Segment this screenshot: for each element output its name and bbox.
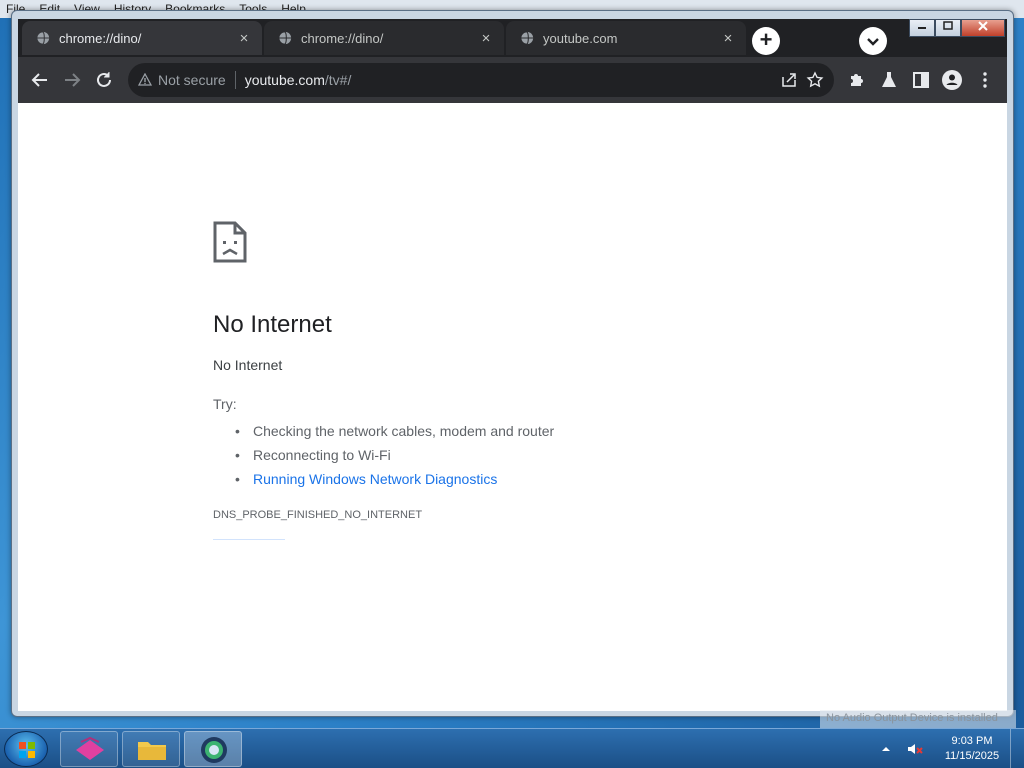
clock[interactable]: 9:03 PM 11/15/2025 bbox=[934, 734, 1010, 764]
sad-page-icon bbox=[213, 221, 247, 263]
tab-title: youtube.com bbox=[543, 30, 618, 46]
browser-toolbar: Not secure youtube.com /tv#/ bbox=[18, 57, 1007, 103]
suggestion-item: Checking the network cables, modem and r… bbox=[235, 419, 554, 443]
window-controls bbox=[909, 19, 1005, 37]
side-panel-icon[interactable] bbox=[910, 69, 932, 91]
suggestion-text: Checking the network cables, modem and r… bbox=[253, 423, 555, 439]
suggestion-item: Reconnecting to Wi-Fi bbox=[235, 443, 554, 467]
minimize-button[interactable] bbox=[909, 19, 935, 37]
browser-window: chrome://dino/ × chrome://dino/ × youtub… bbox=[11, 10, 1014, 717]
show-desktop-button[interactable] bbox=[1010, 729, 1024, 768]
clock-time: 9:03 PM bbox=[951, 735, 993, 747]
url-path: /tv#/ bbox=[324, 72, 352, 88]
reload-icon[interactable] bbox=[93, 69, 115, 91]
forward-icon[interactable] bbox=[61, 69, 83, 91]
chrome-frame: chrome://dino/ × chrome://dino/ × youtub… bbox=[18, 19, 1007, 711]
globe-icon bbox=[520, 31, 534, 45]
app-diamond-icon bbox=[76, 736, 104, 760]
close-icon bbox=[978, 21, 988, 31]
chevron-down-icon bbox=[867, 38, 879, 46]
profile-avatar-icon[interactable] bbox=[941, 69, 963, 91]
tab-strip: chrome://dino/ × chrome://dino/ × youtub… bbox=[18, 19, 1007, 57]
close-window-button[interactable] bbox=[961, 19, 1005, 37]
error-title: No Internet bbox=[213, 311, 332, 338]
security-status[interactable]: Not secure bbox=[158, 72, 226, 88]
globe-icon bbox=[36, 31, 50, 45]
tab-title: chrome://dino/ bbox=[59, 30, 142, 46]
network-diagnostics-link[interactable]: Running Windows Network Diagnostics bbox=[253, 471, 497, 487]
maximize-button[interactable] bbox=[935, 19, 961, 37]
tab-title: chrome://dino/ bbox=[301, 30, 384, 46]
suggestion-item: Running Windows Network Diagnostics bbox=[235, 467, 554, 491]
try-label: Try: bbox=[213, 396, 237, 412]
tab-close-icon[interactable]: × bbox=[478, 30, 494, 47]
start-button[interactable] bbox=[4, 731, 48, 767]
share-icon[interactable] bbox=[780, 71, 798, 89]
bookmark-star-icon[interactable] bbox=[806, 71, 824, 89]
new-tab-button[interactable]: + bbox=[752, 27, 780, 55]
address-bar[interactable]: Not secure youtube.com /tv#/ bbox=[128, 63, 834, 97]
system-tray: 9:03 PM 11/15/2025 bbox=[878, 729, 1024, 768]
system-notice: No Audio Output Device is installed bbox=[820, 710, 1016, 728]
taskbar: 9:03 PM 11/15/2025 bbox=[0, 728, 1024, 768]
tab-3[interactable]: youtube.com × bbox=[506, 21, 746, 55]
suggestion-text: Reconnecting to Wi-Fi bbox=[253, 447, 391, 463]
taskbar-app-3[interactable] bbox=[184, 731, 242, 767]
volume-muted-icon[interactable] bbox=[906, 740, 924, 758]
divider bbox=[213, 539, 285, 540]
omnibox-actions bbox=[780, 71, 824, 89]
taskbar-app-2[interactable] bbox=[122, 731, 180, 767]
folder-icon bbox=[138, 742, 166, 760]
tab-2[interactable]: chrome://dino/ × bbox=[264, 21, 504, 55]
error-code: DNS_PROBE_FINISHED_NO_INTERNET bbox=[213, 509, 423, 521]
taskbar-app-1[interactable] bbox=[60, 731, 118, 767]
minimize-icon bbox=[918, 27, 926, 29]
labs-flask-icon[interactable] bbox=[878, 69, 900, 91]
tray-expand-icon[interactable] bbox=[878, 741, 894, 757]
restore-icon bbox=[943, 21, 953, 30]
tab-close-icon[interactable]: × bbox=[236, 30, 252, 47]
back-icon[interactable] bbox=[29, 69, 51, 91]
page-content: No Internet No Internet Try: Checking th… bbox=[18, 103, 1007, 711]
menu-kebab-icon[interactable] bbox=[974, 69, 996, 91]
tab-search-button[interactable] bbox=[859, 27, 887, 55]
suggestion-list: Checking the network cables, modem and r… bbox=[235, 419, 554, 491]
omnibox-separator bbox=[234, 71, 236, 89]
error-subtitle: No Internet bbox=[213, 357, 283, 373]
tab-1[interactable]: chrome://dino/ × bbox=[22, 21, 262, 55]
browser-app-icon bbox=[201, 737, 227, 763]
globe-icon bbox=[278, 31, 292, 45]
tab-close-icon[interactable]: × bbox=[720, 30, 736, 47]
extensions-icon[interactable] bbox=[846, 69, 868, 91]
clock-date: 11/15/2025 bbox=[944, 750, 1000, 762]
windows-logo-icon bbox=[19, 742, 35, 758]
warning-icon[interactable] bbox=[138, 73, 152, 87]
url-host: youtube.com bbox=[244, 72, 325, 88]
